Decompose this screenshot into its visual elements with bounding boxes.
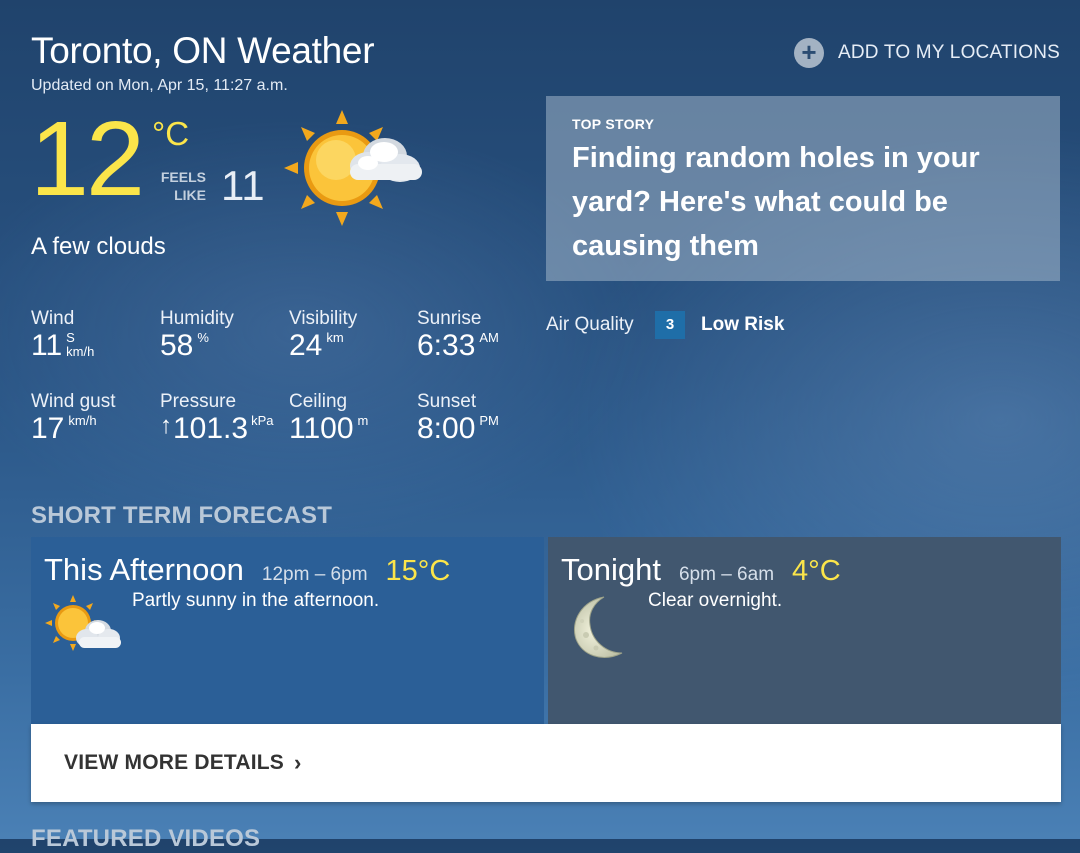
stat-humidity: Humidity 58 % <box>160 308 234 361</box>
stat-label: Sunrise <box>417 308 482 329</box>
stat-label: Visibility <box>289 308 358 329</box>
stat-unit: % <box>197 330 209 345</box>
sun-cloud-icon <box>280 108 430 243</box>
stat-unit: m <box>357 413 369 428</box>
air-quality-index-badge: 3 <box>655 311 685 339</box>
stat-label: Humidity <box>160 308 234 329</box>
stat-wind-gust: Wind gust 17 km/h <box>31 391 115 444</box>
stat-wind: Wind 11 S km/h <box>31 308 94 361</box>
stat-pressure: Pressure ↑ 101.3 kPa <box>160 391 273 444</box>
view-more-details-label: VIEW MORE DETAILS <box>64 751 285 774</box>
stat-value: 1100 <box>289 412 354 445</box>
chevron-right-icon: › <box>294 750 302 775</box>
add-to-my-locations-button[interactable]: + ADD TO MY LOCATIONS <box>794 38 1060 68</box>
stat-unit: km/h <box>68 413 97 428</box>
partly-sunny-icon <box>43 593 123 666</box>
feels-like-value: 11 <box>221 162 265 209</box>
forecast-panel-afternoon[interactable]: This Afternoon 12pm – 6pm 15°C Partly su… <box>31 537 544 724</box>
updated-timestamp: Updated on Mon, Apr 15, 11:27 a.m. <box>31 77 288 94</box>
pressure-trend-arrow-icon: ↑ <box>160 412 172 439</box>
stat-value: 8:00 <box>417 412 476 445</box>
view-more-details-button[interactable]: VIEW MORE DETAILS › <box>31 724 1061 802</box>
page-title: Toronto, ON Weather <box>31 30 375 71</box>
forecast-period-name: This Afternoon <box>44 552 244 587</box>
stat-value: 101.3 <box>173 412 249 445</box>
air-quality-risk: Low Risk <box>701 314 785 335</box>
stat-label: Pressure <box>160 391 237 412</box>
forecast-period-time: 12pm – 6pm <box>261 564 368 585</box>
forecast-period-name: Tonight <box>561 552 661 587</box>
stat-unit: AM <box>479 330 499 345</box>
stat-sunset: Sunset 8:00 PM <box>417 391 499 444</box>
temperature-unit: °C <box>152 115 190 152</box>
short-term-forecast-heading: SHORT TERM FORECAST <box>31 502 333 529</box>
forecast-period-description: Partly sunny in the afternoon. <box>132 590 380 611</box>
stat-value: 17 <box>31 412 65 445</box>
feels-like-label: FEELS LIKE <box>160 169 206 203</box>
current-temperature: 12 <box>30 100 145 218</box>
stat-label: Wind gust <box>31 391 116 412</box>
stat-sunrise: Sunrise 6:33 AM <box>417 308 499 361</box>
wind-direction: S <box>66 330 75 345</box>
top-story-card[interactable]: TOP STORY Finding random holes in your y… <box>546 96 1060 281</box>
forecast-period-temp: 4°C <box>792 555 841 587</box>
forecast-panel-tonight[interactable]: Tonight 6pm – 6am 4°C Clear overnight. <box>548 537 1061 724</box>
stat-unit: PM <box>479 413 499 428</box>
featured-videos-heading: FEATURED VIDEOS <box>31 825 261 852</box>
stat-unit: kPa <box>251 413 274 428</box>
stat-value: 11 <box>31 329 63 362</box>
stat-label: Ceiling <box>289 391 348 412</box>
stat-value: 58 <box>160 329 194 362</box>
forecast-period-time: 6pm – 6am <box>678 564 775 585</box>
forecast-period-temp: 15°C <box>385 555 451 587</box>
stat-visibility: Visibility 24 km <box>289 308 357 361</box>
stat-unit: km <box>326 330 344 345</box>
plus-circle-icon: + <box>794 38 824 68</box>
air-quality-label: Air Quality <box>546 314 634 335</box>
moon-icon <box>566 593 636 668</box>
stat-ceiling: Ceiling 1100 m <box>289 391 368 444</box>
stat-label: Wind <box>31 308 75 329</box>
current-condition: A few clouds <box>31 233 166 260</box>
stat-unit: km/h <box>66 343 95 359</box>
top-story-kicker: TOP STORY <box>572 116 655 132</box>
stat-value: 6:33 <box>417 329 476 362</box>
forecast-period-description: Clear overnight. <box>648 590 783 611</box>
stat-label: Sunset <box>417 391 477 412</box>
stat-value: 24 <box>289 329 323 362</box>
add-to-my-locations-label: ADD TO MY LOCATIONS <box>838 42 1060 63</box>
top-story-headline[interactable]: Finding random holes in your yard? Here'… <box>572 136 1034 268</box>
